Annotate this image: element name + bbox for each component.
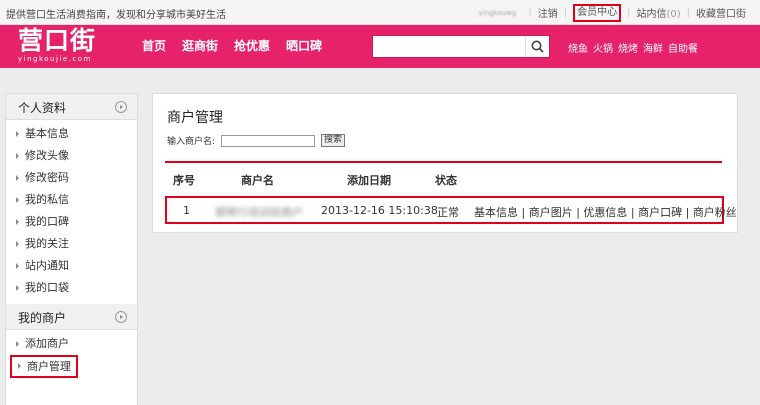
search-icon [531, 40, 544, 53]
hot-keyword[interactable]: 烧鱼 [568, 40, 588, 55]
sidebar-section-my-shops[interactable]: 我的商户 [6, 304, 137, 330]
shop-name-input[interactable] [221, 134, 316, 147]
nav-shops[interactable]: 逛商街 [182, 37, 218, 54]
sidebar-item-private-messages[interactable]: 我的私信 [6, 189, 137, 211]
messages-label: 站内信 [636, 9, 667, 20]
sidebar-item-label: 基本信息 [25, 127, 69, 140]
row-status: 正常 [437, 206, 459, 219]
top-links: yingkouwg | 注销 | 会员中心 | 站内信(0) | 收藏营口街 [479, 3, 746, 22]
search-button[interactable] [525, 36, 549, 57]
sidebar-item-label: 修改头像 [25, 149, 69, 162]
arrow-icon [18, 363, 21, 369]
action-deals[interactable]: 优惠信息 [583, 206, 627, 219]
site-slogan: 提供营口生活消费指南，发现和分享城市美好生活 [6, 10, 226, 21]
sidebar-item-label: 修改密码 [25, 171, 69, 184]
member-center-link[interactable]: 会员中心 [573, 3, 622, 22]
arrow-icon [16, 219, 19, 225]
sidebar-item-basic-info[interactable]: 基本信息 [6, 123, 137, 145]
action-fans[interactable]: 商户粉丝 [693, 206, 737, 219]
sidebar-item-notifications[interactable]: 站内通知 [6, 255, 137, 277]
arrow-icon [16, 341, 19, 347]
nav-home[interactable]: 首页 [142, 37, 166, 54]
sidebar-item-pocket[interactable]: 我的口袋 [6, 277, 137, 299]
hot-keyword[interactable]: 海鲜 [643, 40, 663, 55]
sidebar-item-avatar[interactable]: 修改头像 [6, 145, 137, 167]
sidebar-item-label: 添加商户 [25, 337, 69, 350]
logo-subtext: yingkoujie.com [18, 55, 92, 63]
logo-text: 营口街 [18, 26, 97, 55]
row-shop-name: 钢琴行培训班商户 [215, 206, 303, 219]
collapse-icon[interactable] [115, 311, 127, 323]
column-index: 序号 [173, 174, 195, 187]
page-title: 商户管理 [167, 110, 223, 126]
action-basic-info[interactable]: 基本信息 [474, 206, 518, 219]
shop-management-panel: 商户管理 输入商户名: 搜索 序号 商户名 添加日期 状态 1 钢琴行培训班商户… [152, 93, 738, 233]
sidebar-item-password[interactable]: 修改密码 [6, 167, 137, 189]
arrow-icon [16, 197, 19, 203]
nav-deals[interactable]: 抢优惠 [234, 37, 270, 54]
divider: | [563, 7, 568, 18]
shop-search-form: 输入商户名: 搜索 [167, 134, 346, 147]
favorite-link[interactable]: 收藏营口街 [696, 5, 746, 20]
hot-keyword[interactable]: 烧烤 [618, 40, 638, 55]
table-divider [165, 161, 722, 163]
arrow-icon [16, 241, 19, 247]
profile-menu: 基本信息 修改头像 修改密码 我的私信 我的口碑 我的关注 站内通知 我的口袋 [6, 120, 137, 299]
section-title: 个人资料 [18, 101, 67, 115]
sidebar-item-label: 商户管理 [27, 360, 71, 373]
sidebar-item-shop-management[interactable]: 商户管理 [10, 355, 78, 378]
site-header: 营口街 yingkoujie.com 首页 逛商街 抢优惠 晒口碑 烧鱼 火锅 … [0, 25, 760, 68]
arrow-icon [16, 263, 19, 269]
arrow-icon [16, 285, 19, 291]
logout-link[interactable]: 注销 [538, 5, 558, 20]
collapse-icon[interactable] [115, 101, 127, 113]
arrow-icon [16, 175, 19, 181]
sidebar-item-label: 我的私信 [25, 193, 69, 206]
column-name: 商户名 [241, 174, 274, 187]
hot-keyword[interactable]: 自助餐 [668, 40, 698, 55]
sidebar-item-label: 我的关注 [25, 237, 69, 250]
site-logo[interactable]: 营口街 yingkoujie.com [18, 27, 128, 64]
section-title: 我的商户 [18, 311, 67, 325]
column-date: 添加日期 [347, 174, 391, 187]
divider: | [686, 7, 690, 18]
arrow-icon [16, 153, 19, 159]
main-nav: 首页 逛商街 抢优惠 晒口碑 [142, 37, 338, 54]
sidebar-item-add-shop[interactable]: 添加商户 [6, 333, 137, 355]
arrow-icon [16, 131, 19, 137]
username[interactable]: yingkouwg [479, 9, 517, 17]
sidebar-item-label: 我的口袋 [25, 281, 69, 294]
shops-menu: 添加商户 商户管理 [6, 330, 137, 378]
header-search [372, 35, 550, 58]
sidebar: 个人资料 基本信息 修改头像 修改密码 我的私信 我的口碑 我的关注 站内通知 … [5, 93, 138, 405]
search-label: 输入商户名: [167, 137, 216, 147]
sidebar-item-label: 我的口碑 [25, 215, 69, 228]
search-input[interactable] [373, 36, 523, 57]
table-header: 序号 商户名 添加日期 状态 [165, 172, 722, 190]
sidebar-item-following[interactable]: 我的关注 [6, 233, 137, 255]
sidebar-section-profile[interactable]: 个人资料 [6, 94, 137, 120]
divider: | [627, 7, 631, 18]
nav-reviews[interactable]: 晒口碑 [286, 37, 322, 54]
action-shop-images[interactable]: 商户图片 [529, 206, 573, 219]
search-submit-button[interactable]: 搜索 [321, 134, 346, 147]
column-status: 状态 [435, 174, 457, 187]
top-bar: 提供营口生活消费指南，发现和分享城市美好生活 yingkouwg | 注销 | … [0, 0, 760, 25]
hot-keyword[interactable]: 火锅 [593, 40, 613, 55]
row-actions: 基本信息 | 商户图片 | 优惠信息 | 商户口碑 | 商户粉丝 [474, 206, 737, 219]
table-row: 1 钢琴行培训班商户 2013-12-16 15:10:38 正常 基本信息 |… [165, 196, 737, 224]
hot-keywords: 烧鱼 火锅 烧烤 海鲜 自助餐 [568, 40, 703, 55]
row-index: 1 [183, 204, 190, 217]
sidebar-item-my-reviews[interactable]: 我的口碑 [6, 211, 137, 233]
sidebar-item-label: 站内通知 [25, 259, 69, 272]
action-reviews[interactable]: 商户口碑 [638, 206, 682, 219]
divider: | [528, 7, 532, 18]
messages-link[interactable]: 站内信(0) [636, 5, 680, 20]
row-date: 2013-12-16 15:10:38 [321, 204, 438, 217]
message-count: (0) [666, 9, 681, 20]
